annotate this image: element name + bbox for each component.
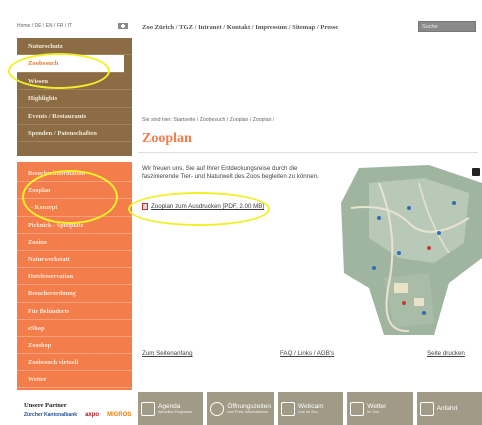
back-to-top-link[interactable]: Zum Seitenanfang [142, 350, 193, 357]
search-input[interactable]: Suche [418, 21, 476, 32]
title-divider [138, 152, 478, 153]
quicklink-title: Agenda [158, 403, 181, 410]
sidebar-item-spenden[interactable]: Spenden / Patenschaften [17, 125, 132, 143]
breadcrumb: Sie sind hier: Startseite / Zoobesuch / … [142, 117, 275, 123]
quicklink-subtitle: im Zoo [367, 410, 379, 414]
quicklink-webcam[interactable]: Webcam Live im Zoo [277, 392, 344, 425]
sidebar-item-besucherordnung[interactable]: Besucherordnung [17, 285, 132, 303]
quicklink-title: Öffnungszeiten [227, 403, 271, 410]
sidebar-item-eshop[interactable]: eShop [17, 320, 132, 337]
zoo-map-image[interactable] [339, 163, 482, 335]
intro-text: Wir freuen uns, Sie auf Ihrer Entdeckung… [142, 165, 319, 181]
sidebar-secondary: Besucherinformation Zooplan - Konzept Pi… [17, 162, 132, 390]
partners-title: Unsere Partner [24, 402, 67, 409]
quicklink-agenda[interactable]: Agenda Aktuelles Programm [138, 392, 204, 425]
pdf-icon [142, 203, 148, 210]
partner-logo-zkb[interactable]: Zürcher Kantonalbank [24, 412, 77, 418]
sidebar-item-virtuell[interactable]: Zoobesuch virtuell [17, 354, 132, 372]
quicklinks-bar: Agenda Aktuelles Programm Öffnungszeiten… [138, 392, 482, 425]
sidebar-item-highlights[interactable]: Highlights [17, 90, 132, 108]
sidebar-item-besucherinformation[interactable]: Besucherinformation [17, 165, 132, 183]
sidebar-item-konzept[interactable]: - Konzept [17, 199, 132, 217]
calendar-icon [141, 401, 155, 416]
sidebar-item-hotelreservation[interactable]: Hotelreservation [17, 268, 132, 286]
sidebar-item-wissen[interactable]: Wissen [17, 73, 132, 91]
camera-icon [280, 401, 295, 416]
quicklink-title: Anfahrt [436, 405, 458, 412]
sidebar-item-zooshop[interactable]: Zooshop [17, 337, 132, 355]
sidebar-item-wetter[interactable]: Wetter [17, 371, 132, 389]
print-page-link[interactable]: Seite drucken [427, 350, 465, 357]
quicklink-oeffnungszeiten[interactable]: Öffnungszeiten und Preis-Informationen [207, 392, 274, 425]
swiss-flag-icon [118, 23, 128, 29]
top-navigation: Zoo Zürich / TGZ / Intranet / Kontakt / … [138, 17, 478, 37]
sidebar-item-zoobesuch[interactable]: Zoobesuch [17, 55, 124, 73]
page-title: Zooplan [142, 131, 192, 146]
quicklink-subtitle: Aktuelles Programm [158, 410, 193, 414]
quicklink-title: Webcam [297, 403, 324, 410]
clock-icon [210, 401, 225, 416]
sidebar-item-naturwerkstatt[interactable]: Naturwerkstatt [17, 251, 132, 269]
language-links[interactable]: Home / DE / EN / FR / IT [17, 23, 72, 29]
language-bar: Home / DE / EN / FR / IT [17, 19, 132, 33]
sidebar-item-zooino[interactable]: Zooino [17, 234, 132, 251]
sidebar-item-events[interactable]: Events / Restaurants [17, 108, 132, 125]
quicklink-subtitle: Live im Zoo [297, 410, 318, 414]
weather-icon [350, 401, 365, 416]
pdf-link-label: Zooplan zum Ausdrucken [PDF, 2.00 MB] [151, 203, 265, 210]
partner-logo-migros[interactable]: MIGROS [107, 412, 131, 418]
sidebar-item-naturschutz[interactable]: Naturschutz [17, 38, 132, 56]
sidebar-item-behinderte[interactable]: Für Behinderte [17, 303, 132, 320]
top-nav-links[interactable]: Zoo Zürich / TGZ / Intranet / Kontakt / … [142, 24, 338, 31]
partner-logos: Zürcher Kantonalbank axpo MIGROS [24, 412, 131, 418]
zoom-icon[interactable] [472, 168, 480, 176]
faq-links-agb-link[interactable]: FAQ / Links / AGB's [280, 350, 334, 357]
quicklink-title: Wetter [367, 403, 387, 410]
quicklink-subtitle: und Preis-Informationen [227, 410, 268, 414]
train-icon [419, 401, 434, 416]
quicklink-anfahrt[interactable]: Anfahrt [416, 392, 482, 425]
sidebar-primary: Naturschutz Zoobesuch Wissen Highlights … [17, 38, 132, 156]
partner-logo-axpo[interactable]: axpo [85, 412, 99, 418]
sidebar-item-zooplan[interactable]: Zooplan [17, 182, 132, 200]
pdf-download-link[interactable]: Zooplan zum Ausdrucken [PDF, 2.00 MB] [142, 203, 264, 210]
quicklink-wetter[interactable]: Wetter im Zoo [347, 392, 413, 425]
sidebar-item-picknick[interactable]: Picknick - Spielplatz [17, 217, 132, 234]
